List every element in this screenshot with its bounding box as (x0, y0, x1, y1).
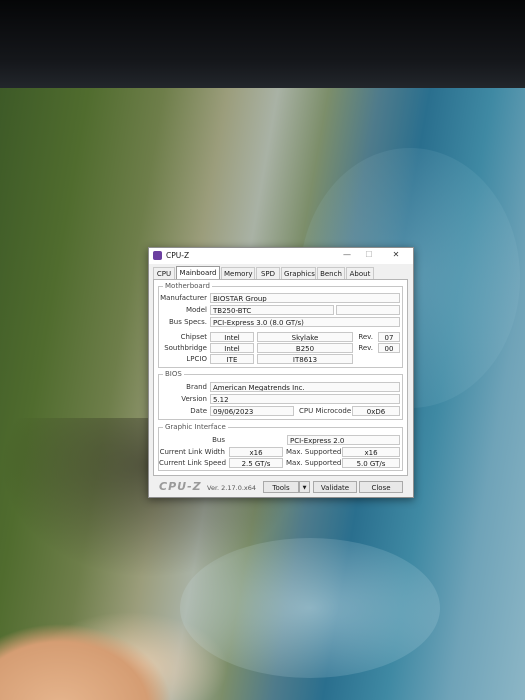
chipset-rev-label: Rev. (358, 333, 373, 341)
gi-bus-value: PCI-Express 2.0 (287, 435, 400, 445)
tab-cpu[interactable]: CPU (153, 267, 175, 279)
current-link-width-label: Current Link Width (159, 448, 225, 456)
max-supported-speed-label: Max. Supported (286, 459, 342, 467)
chipset-model-value: Skylake (257, 332, 353, 342)
model-label: Model (185, 306, 207, 314)
max-supported-width-label: Max. Supported (286, 448, 342, 456)
cpuz-logo: CPU-Z (159, 480, 202, 493)
cpu-microcode-label: CPU Microcode (299, 407, 352, 415)
version-text: Ver. 2.17.0.x64 (207, 484, 257, 492)
manufacturer-value: BIOSTAR Group (210, 293, 400, 303)
motherboard-legend: Motherboard (163, 282, 212, 290)
tools-dropdown-arrow-icon[interactable]: ▼ (299, 481, 310, 493)
southbridge-label: Southbridge (164, 344, 207, 352)
cpuz-window: CPU-Z — ☐ ✕ CPU Mainboard Memory SPD Gra… (148, 247, 414, 498)
bios-brand-value: American Megatrends Inc. (210, 382, 400, 392)
validate-button[interactable]: Validate (313, 481, 357, 493)
model-extra-value (336, 305, 400, 315)
southbridge-rev-value: 00 (378, 343, 400, 353)
lpcio-label: LPCIO (186, 355, 207, 363)
chipset-label: Chipset (180, 333, 207, 341)
lpcio-vendor-value: ITE (210, 354, 254, 364)
title-bar[interactable]: CPU-Z — ☐ ✕ (149, 248, 413, 264)
bios-brand-label: Brand (186, 383, 207, 391)
close-window-button[interactable]: ✕ (389, 250, 403, 262)
max-supported-width-value: x16 (342, 447, 400, 457)
footer-bar: CPU-Z Ver. 2.17.0.x64 Tools ▼ Validate C… (149, 478, 413, 496)
current-link-speed-label: Current Link Speed (159, 459, 227, 467)
close-button[interactable]: Close (359, 481, 403, 493)
cpu-microcode-value: 0xD6 (352, 406, 400, 416)
tab-about[interactable]: About (346, 267, 374, 279)
minimize-button[interactable]: — (341, 250, 353, 262)
gi-bus-label: Bus (212, 436, 225, 444)
tab-graphics[interactable]: Graphics (281, 267, 316, 279)
model-value: TB250-BTC (210, 305, 334, 315)
window-title: CPU-Z (166, 251, 190, 260)
graphic-interface-group: Graphic Interface Bus PCI-Express 2.0 Cu… (158, 423, 403, 471)
bus-specs-label: Bus Specs. (168, 318, 207, 326)
tab-memory[interactable]: Memory (221, 267, 255, 279)
tab-mainboard[interactable]: Mainboard (176, 266, 220, 279)
graphic-interface-legend: Graphic Interface (163, 423, 228, 431)
bios-version-value: 5.12 (210, 394, 400, 404)
chipset-rev-value: 07 (378, 332, 400, 342)
bus-specs-value: PCI-Express 3.0 (8.0 GT/s) (210, 317, 400, 327)
motherboard-group: Motherboard Manufacturer BIOSTAR Group M… (158, 282, 403, 368)
southbridge-model-value: B250 (257, 343, 353, 353)
current-link-speed-value: 2.5 GT/s (229, 458, 283, 468)
mainboard-panel: Motherboard Manufacturer BIOSTAR Group M… (153, 279, 408, 476)
bios-group: BIOS Brand American Megatrends Inc. Vers… (158, 370, 403, 420)
chipset-vendor-value: Intel (210, 332, 254, 342)
southbridge-rev-label: Rev. (358, 344, 373, 352)
max-supported-speed-value: 5.0 GT/s (342, 458, 400, 468)
cpuz-app-icon (153, 251, 162, 260)
current-link-width-value: x16 (229, 447, 283, 457)
bios-legend: BIOS (163, 370, 184, 378)
southbridge-vendor-value: Intel (210, 343, 254, 353)
bios-date-label: Date (190, 407, 207, 415)
tools-button[interactable]: Tools (263, 481, 299, 493)
maximize-button[interactable]: ☐ (363, 250, 375, 262)
tab-bench[interactable]: Bench (317, 267, 345, 279)
tab-spd[interactable]: SPD (256, 267, 280, 279)
monitor-bezel (0, 0, 525, 88)
bios-version-label: Version (181, 395, 207, 403)
bios-date-value: 09/06/2023 (210, 406, 294, 416)
lpcio-model-value: IT8613 (257, 354, 353, 364)
manufacturer-label: Manufacturer (160, 294, 207, 302)
